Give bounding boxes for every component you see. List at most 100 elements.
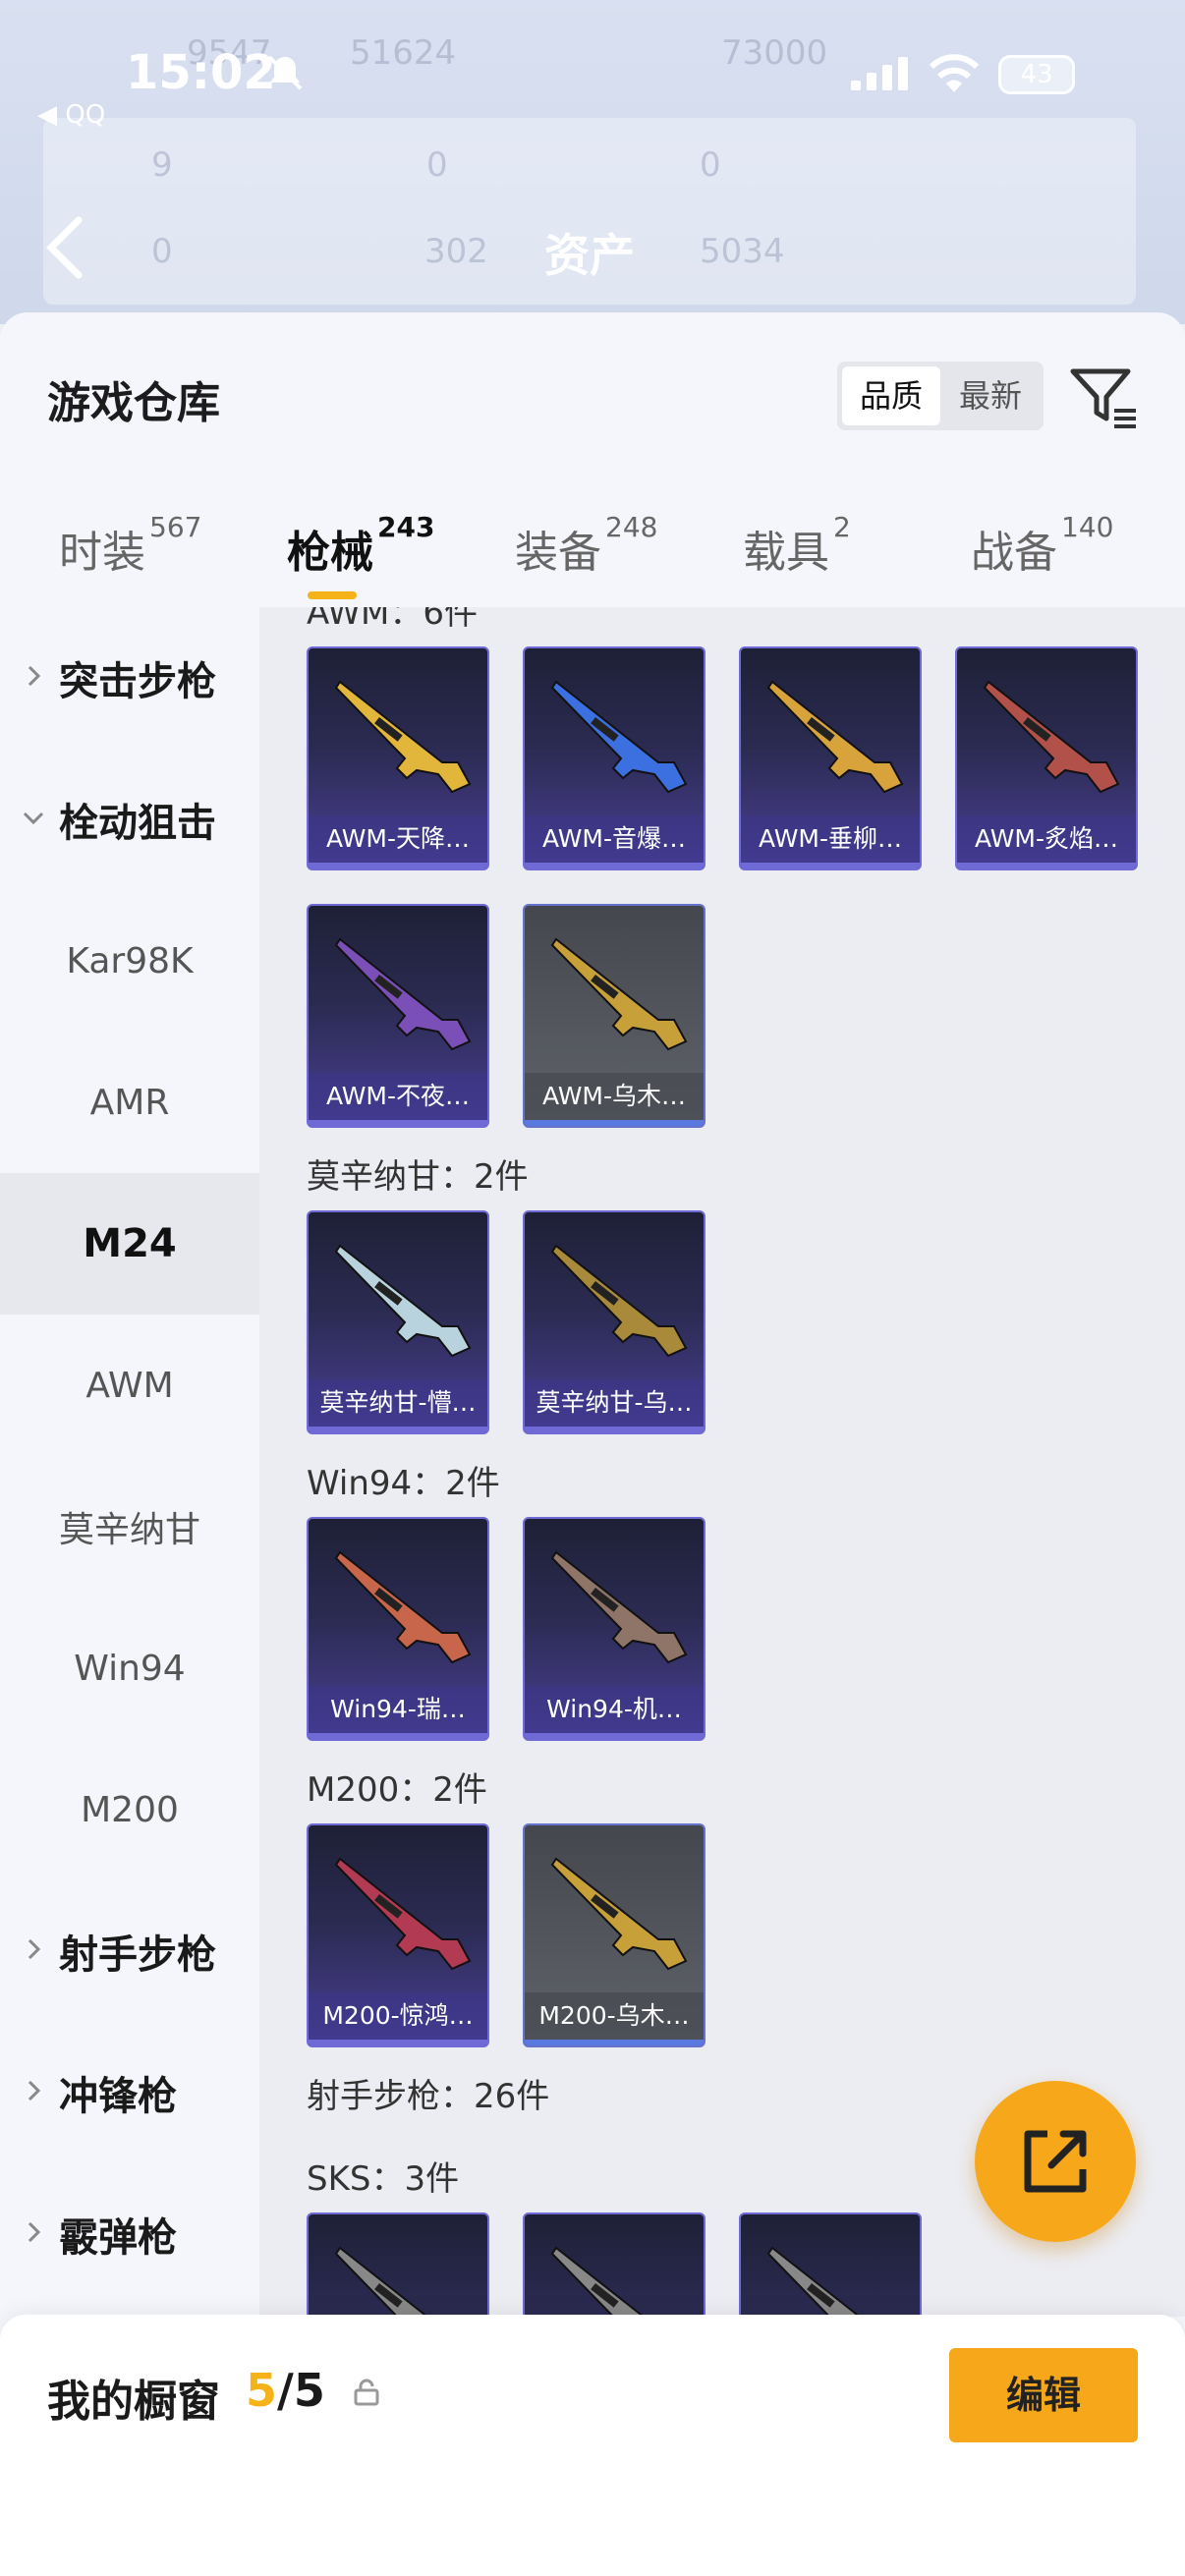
- chevron-down-icon: [23, 812, 44, 825]
- rifle-icon: [766, 680, 904, 794]
- sidebar-label: 突击步枪: [59, 659, 216, 704]
- rarity-bar: [525, 863, 704, 868]
- share-button[interactable]: [975, 2081, 1136, 2242]
- gun-skin-name: AWM-垂柳…: [741, 815, 920, 863]
- section-heading: M200：2件: [307, 1770, 487, 1810]
- sidebar-label: 射手步枪: [59, 1932, 216, 1978]
- gun-skin-name: 莫辛纳甘-乌…: [525, 1379, 704, 1427]
- chevron-right-icon: [28, 665, 41, 687]
- rifle-icon: [334, 680, 472, 794]
- sidebar-item-awm[interactable]: AWM: [0, 1315, 259, 1456]
- battery-indicator: 43: [998, 55, 1075, 94]
- sidebar-item-amr[interactable]: AMR: [0, 1032, 259, 1173]
- gun-skin-card[interactable]: [523, 2212, 705, 2317]
- rarity-bar: [525, 1427, 704, 1432]
- gun-skin-card[interactable]: AWM-乌木…: [523, 904, 705, 1128]
- rifle-icon: [550, 1857, 688, 1971]
- tab-fashion[interactable]: 时装567: [59, 511, 201, 580]
- edit-showcase-button[interactable]: 编辑: [949, 2348, 1138, 2442]
- chevron-right-icon: [28, 2080, 41, 2101]
- rifle-icon: [334, 1550, 472, 1664]
- gun-skin-name: Win94-机…: [525, 1686, 704, 1733]
- gun-skin-card[interactable]: 莫辛纳甘-懵…: [307, 1210, 489, 1434]
- background-value: 0: [700, 145, 721, 185]
- tab-guns[interactable]: 枪械243: [287, 511, 434, 580]
- gun-skin-card[interactable]: [307, 2212, 489, 2317]
- background-value: 0: [426, 145, 448, 185]
- category-tabs: 时装567 枪械243 装备248 载具2 战备140: [0, 499, 1185, 607]
- gun-skin-card[interactable]: AWM-垂柳…: [739, 646, 922, 870]
- gun-skin-card[interactable]: Win94-瑞…: [307, 1517, 489, 1741]
- rifle-icon: [550, 1550, 688, 1664]
- rifle-icon: [334, 937, 472, 1051]
- chevron-right-icon: [28, 1938, 41, 1960]
- back-to-qq-link[interactable]: ◀ QQ: [37, 100, 105, 130]
- sidebar-item-kar98k[interactable]: Kar98K: [0, 890, 259, 1032]
- signal-icon: [851, 57, 908, 90]
- background-value: 0: [151, 232, 173, 271]
- tab-supplies[interactable]: 战备140: [971, 511, 1113, 580]
- gun-skin-name: AWM-乌木…: [525, 1073, 704, 1120]
- sidebar-item-win94[interactable]: Win94: [0, 1597, 259, 1739]
- gun-skin-card[interactable]: [739, 2212, 922, 2317]
- rifle-icon: [766, 2246, 862, 2317]
- gun-skin-card[interactable]: 莫辛纳甘-乌…: [523, 1210, 705, 1434]
- sort-latest-button[interactable]: 最新: [941, 366, 1040, 425]
- mute-bell-icon: [267, 55, 303, 90]
- rifle-icon: [550, 2246, 646, 2317]
- gun-skin-name: AWM-炙焰…: [957, 815, 1136, 863]
- gun-skin-card[interactable]: AWM-音爆…: [523, 646, 705, 870]
- gun-skin-name: M200-惊鸿…: [309, 1992, 487, 2040]
- gun-skin-card[interactable]: M200-乌木…: [523, 1823, 705, 2047]
- chevron-left-icon[interactable]: [43, 216, 86, 279]
- wifi-icon: [929, 54, 980, 92]
- sort-quality-button[interactable]: 品质: [842, 366, 940, 425]
- sidebar-item-mosin[interactable]: 莫辛纳甘: [0, 1456, 259, 1597]
- rifle-icon: [334, 1857, 472, 1971]
- section-heading: AWM：6件: [307, 607, 478, 633]
- rarity-bar: [957, 863, 1136, 868]
- tab-label: 载具: [743, 528, 829, 578]
- filter-icon[interactable]: [1069, 362, 1138, 430]
- rarity-bar: [309, 1120, 487, 1126]
- tab-equipment[interactable]: 装备248: [515, 511, 657, 580]
- sidebar-group-smg[interactable]: 冲锋枪: [0, 2022, 259, 2163]
- sidebar-group-assault-rifle[interactable]: 突击步枪: [0, 607, 259, 749]
- active-tab-indicator: [308, 591, 357, 599]
- tab-count: 2: [833, 511, 851, 543]
- background-page: 9547 51624 73000 9 0 0 0 302 5034 15:02 …: [0, 0, 1185, 324]
- showcase-count: 5/5: [246, 2364, 325, 2417]
- rifle-icon: [550, 1244, 688, 1358]
- tab-label: 装备: [515, 528, 601, 578]
- gun-skin-card[interactable]: M200-惊鸿…: [307, 1823, 489, 2047]
- warehouse-sheet: 游戏仓库 品质 最新 时装567 枪械243 装备248 载具2 战备140 突…: [0, 312, 1185, 2576]
- tab-vehicles[interactable]: 载具2: [743, 511, 851, 580]
- sidebar-item-m24[interactable]: M24: [0, 1173, 259, 1315]
- gun-skin-card[interactable]: Win94-机…: [523, 1517, 705, 1741]
- rarity-bar: [309, 2040, 487, 2045]
- gun-skin-name: 莫辛纳甘-懵…: [309, 1379, 487, 1427]
- gun-skin-card[interactable]: AWM-天降…: [307, 646, 489, 870]
- tab-count: 140: [1061, 511, 1114, 543]
- rarity-bar: [309, 1427, 487, 1432]
- rarity-bar: [309, 1733, 487, 1739]
- gun-item-list[interactable]: AWM：6件 AWM-天降… AWM-音爆… AWM-垂柳… AWM-炙焰… AWM-不夜…: [259, 607, 1185, 2317]
- gun-skin-card[interactable]: AWM-炙焰…: [955, 646, 1138, 870]
- showcase-current: 5: [246, 2364, 278, 2417]
- tab-label: 战备: [971, 528, 1057, 578]
- warehouse-title: 游戏仓库: [47, 378, 220, 428]
- gun-type-sidebar: 突击步枪 栓动狙击 Kar98K AMR M24 AWM 莫辛纳甘 Win94 …: [0, 607, 259, 2317]
- showcase-bar: 我的橱窗 5/5 编辑: [0, 2315, 1185, 2576]
- tab-count: 567: [149, 511, 202, 543]
- rifle-icon: [550, 937, 688, 1051]
- sidebar-group-marksman-rifle[interactable]: 射手步枪: [0, 1880, 259, 2022]
- background-value: 302: [424, 232, 488, 271]
- sidebar-item-m200[interactable]: M200: [0, 1739, 259, 1880]
- tab-label: 枪械: [287, 528, 373, 578]
- sidebar-group-bolt-sniper[interactable]: 栓动狙击: [0, 749, 259, 890]
- rarity-bar: [741, 863, 920, 868]
- chevron-right-icon: [28, 2221, 41, 2243]
- gun-skin-name: AWM-不夜…: [309, 1073, 487, 1120]
- gun-skin-card[interactable]: AWM-不夜…: [307, 904, 489, 1128]
- sidebar-group-shotgun[interactable]: 霰弹枪: [0, 2163, 259, 2305]
